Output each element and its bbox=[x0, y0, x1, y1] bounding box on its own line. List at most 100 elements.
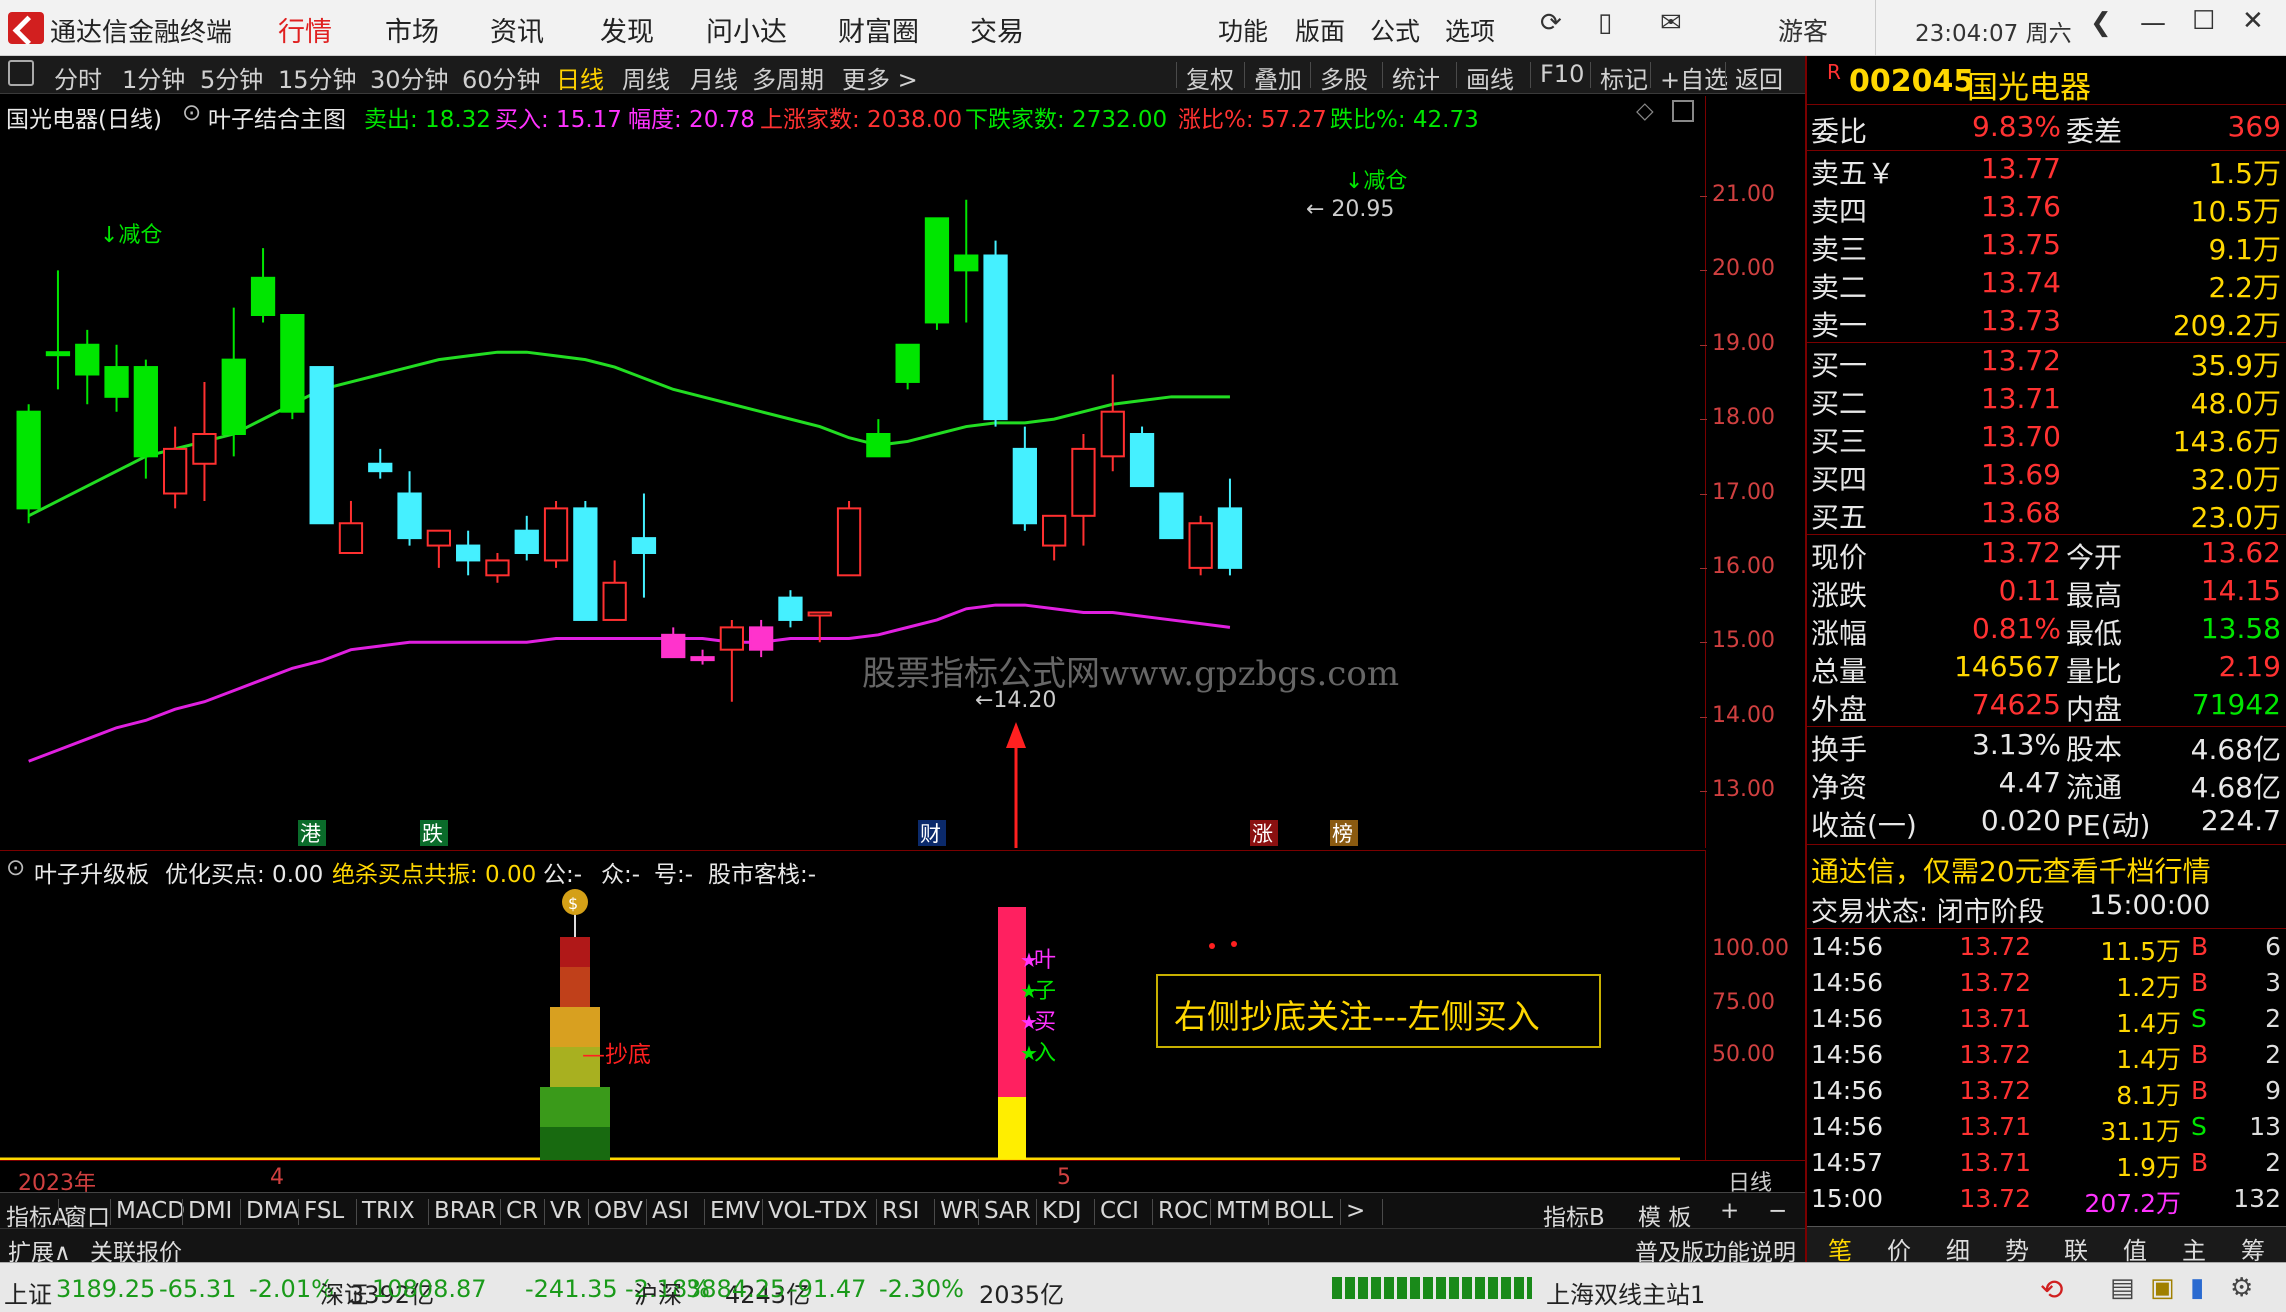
bid-row[interactable]: 买三 13.70 143.6万 bbox=[1811, 420, 2283, 458]
side-tab-4[interactable]: 联 bbox=[2051, 1231, 2101, 1266]
close-icon[interactable]: ✕ bbox=[2242, 6, 2264, 36]
diamond-icon[interactable]: ◇ bbox=[1636, 98, 1654, 124]
menu-2[interactable]: 资讯 bbox=[490, 10, 544, 49]
indicator-tab-6[interactable]: TRIX bbox=[362, 1198, 415, 1224]
indicator-template-name[interactable]: 叶子结合主图 bbox=[208, 100, 346, 134]
window-toggle-icon[interactable] bbox=[1672, 100, 1694, 122]
side-tab-6[interactable]: 主 bbox=[2169, 1231, 2219, 1266]
indicator-tab-8[interactable]: CR bbox=[506, 1198, 538, 1224]
indicator-tab-2[interactable]: MACD bbox=[116, 1198, 185, 1224]
indicator-tab-19[interactable]: ROC bbox=[1158, 1198, 1208, 1224]
tool-8[interactable]: 返回 bbox=[1735, 60, 1783, 95]
indicator-tab-15[interactable]: WR bbox=[940, 1198, 979, 1224]
indicator-tab-5[interactable]: FSL bbox=[304, 1198, 344, 1224]
menu-6[interactable]: 交易 bbox=[970, 10, 1024, 49]
period-tab-5[interactable]: 60分钟 bbox=[462, 60, 541, 95]
menu-3[interactable]: 发现 bbox=[600, 10, 654, 49]
ask-row[interactable]: 卖一 13.73 209.2万 bbox=[1811, 304, 2283, 342]
refresh-icon[interactable]: ⟳ bbox=[1540, 8, 1562, 38]
ask-row[interactable]: 卖三 13.75 9.1万 bbox=[1811, 228, 2283, 266]
indicator-tab-4[interactable]: DMA bbox=[246, 1198, 299, 1224]
indicator-tab-22[interactable]: > bbox=[1346, 1198, 1365, 1224]
indicator-tab-17[interactable]: KDJ bbox=[1042, 1198, 1082, 1224]
tool-0[interactable]: 复权 bbox=[1186, 60, 1234, 95]
period-tab-10[interactable]: 更多 > bbox=[842, 60, 918, 95]
indicator-tab-14[interactable]: RSI bbox=[882, 1198, 919, 1224]
flag-1[interactable]: 跌 bbox=[422, 822, 443, 846]
period-tab-6[interactable]: 日线 bbox=[556, 60, 604, 95]
right-menu-2[interactable]: 公式 bbox=[1370, 12, 1420, 48]
promo-banner[interactable]: 通达信，仅需20元查看千档行情 bbox=[1811, 850, 2211, 890]
bid-row[interactable]: 买五 13.68 23.0万 bbox=[1811, 496, 2283, 534]
tool-5[interactable]: F10 bbox=[1540, 60, 1584, 88]
menu-4[interactable]: 问小达 bbox=[706, 10, 787, 49]
indicator-right-0[interactable]: 指标B bbox=[1543, 1198, 1605, 1232]
period-tab-9[interactable]: 多周期 bbox=[752, 60, 824, 95]
indicator-tab-1[interactable]: 窗口 bbox=[64, 1198, 110, 1232]
menu-5[interactable]: 财富圈 bbox=[838, 10, 919, 49]
dropdown-icon[interactable]: ⊙ bbox=[182, 100, 201, 126]
menu-1[interactable]: 市场 bbox=[385, 10, 439, 49]
user-name[interactable]: 游客 bbox=[1778, 12, 1828, 48]
indicator-tab-11[interactable]: ASI bbox=[652, 1198, 689, 1224]
tool-3[interactable]: 统计 bbox=[1392, 60, 1440, 95]
period-tab-4[interactable]: 30分钟 bbox=[370, 60, 449, 95]
server-name[interactable]: 上海双线主站1 bbox=[1546, 1275, 1705, 1310]
side-tab-5[interactable]: 值 bbox=[2110, 1231, 2160, 1266]
minimize-icon[interactable]: — bbox=[2140, 8, 2166, 38]
period-tab-0[interactable]: 分时 bbox=[54, 60, 102, 95]
indicator-right-3[interactable]: − bbox=[1768, 1198, 1787, 1224]
index-name[interactable]: 深证 bbox=[320, 1275, 368, 1310]
indicator-tab-10[interactable]: OBV bbox=[594, 1198, 643, 1224]
indicator-tab-21[interactable]: BOLL bbox=[1274, 1198, 1333, 1224]
indicator-right-2[interactable]: + bbox=[1720, 1198, 1739, 1224]
phone-icon[interactable]: ▯ bbox=[1598, 8, 1612, 38]
side-tab-7[interactable]: 筹 bbox=[2228, 1231, 2278, 1266]
right-menu-0[interactable]: 功能 bbox=[1218, 12, 1268, 48]
flag-0[interactable]: 港 bbox=[300, 822, 321, 846]
menu-0[interactable]: 行情 bbox=[278, 10, 332, 49]
indicator-tab-3[interactable]: DMI bbox=[188, 1198, 232, 1224]
tool-2[interactable]: 多股 bbox=[1320, 60, 1368, 95]
period-tab-2[interactable]: 5分钟 bbox=[200, 60, 263, 95]
period-tab-1[interactable]: 1分钟 bbox=[122, 60, 185, 95]
candlestick-chart[interactable]: ↓减仓↓减仓← 20.95←14.20股票指标公式网www.gpzbgs.com… bbox=[0, 130, 1705, 848]
sub-dropdown-icon[interactable]: ⊙ bbox=[6, 855, 25, 881]
calc-icon[interactable]: ▤ bbox=[2110, 1273, 2135, 1303]
ask-row[interactable]: 卖五￥ 13.77 1.5万 bbox=[1811, 152, 2283, 190]
ask-row[interactable]: 卖二 13.74 2.2万 bbox=[1811, 266, 2283, 304]
ask-row[interactable]: 卖四 13.76 10.5万 bbox=[1811, 190, 2283, 228]
period-tab-3[interactable]: 15分钟 bbox=[278, 60, 357, 95]
bid-row[interactable]: 买四 13.69 32.0万 bbox=[1811, 458, 2283, 496]
indicator-tab-12[interactable]: EMV bbox=[710, 1198, 760, 1224]
bid-row[interactable]: 买二 13.71 48.0万 bbox=[1811, 382, 2283, 420]
back-arrow-icon[interactable]: ❮ bbox=[2090, 8, 2112, 38]
indicator-tab-20[interactable]: MTM bbox=[1216, 1198, 1270, 1224]
bid-row[interactable]: 买一 13.72 35.9万 bbox=[1811, 344, 2283, 382]
period-tab-8[interactable]: 月线 bbox=[690, 60, 738, 95]
tool-7[interactable]: +自选 bbox=[1660, 60, 1728, 95]
sidebar-toggle-icon[interactable] bbox=[8, 60, 34, 86]
right-menu-1[interactable]: 版面 bbox=[1295, 12, 1345, 48]
note-icon[interactable]: ▣ bbox=[2150, 1273, 2175, 1303]
maximize-icon[interactable]: ☐ bbox=[2192, 6, 2215, 36]
mail-icon[interactable]: ✉ bbox=[1660, 8, 1682, 38]
indicator-right-1[interactable]: 模 板 bbox=[1638, 1198, 1691, 1232]
flag-3[interactable]: 涨 bbox=[1252, 822, 1273, 846]
side-tab-3[interactable]: 势 bbox=[1992, 1231, 2042, 1266]
indicator-tab-7[interactable]: BRAR bbox=[434, 1198, 497, 1224]
indicator-tab-18[interactable]: CCI bbox=[1100, 1198, 1139, 1224]
indicator-tab-16[interactable]: SAR bbox=[984, 1198, 1031, 1224]
index-name[interactable]: 沪深 bbox=[634, 1275, 682, 1310]
period-tab-7[interactable]: 周线 bbox=[622, 60, 670, 95]
indicator-tab-13[interactable]: VOL-TDX bbox=[768, 1198, 868, 1224]
sync-icon[interactable]: ⟲ bbox=[2040, 1273, 2063, 1306]
chart-icon[interactable]: ▮ bbox=[2190, 1273, 2204, 1303]
side-tab-2[interactable]: 细 bbox=[1933, 1231, 1983, 1266]
side-tab-1[interactable]: 价 bbox=[1874, 1231, 1924, 1266]
tool-4[interactable]: 画线 bbox=[1466, 60, 1514, 95]
right-menu-3[interactable]: 选项 bbox=[1445, 12, 1495, 48]
side-tab-0[interactable]: 笔 bbox=[1815, 1231, 1865, 1266]
tool-1[interactable]: 叠加 bbox=[1254, 60, 1302, 95]
flag-2[interactable]: 财 bbox=[920, 822, 941, 846]
